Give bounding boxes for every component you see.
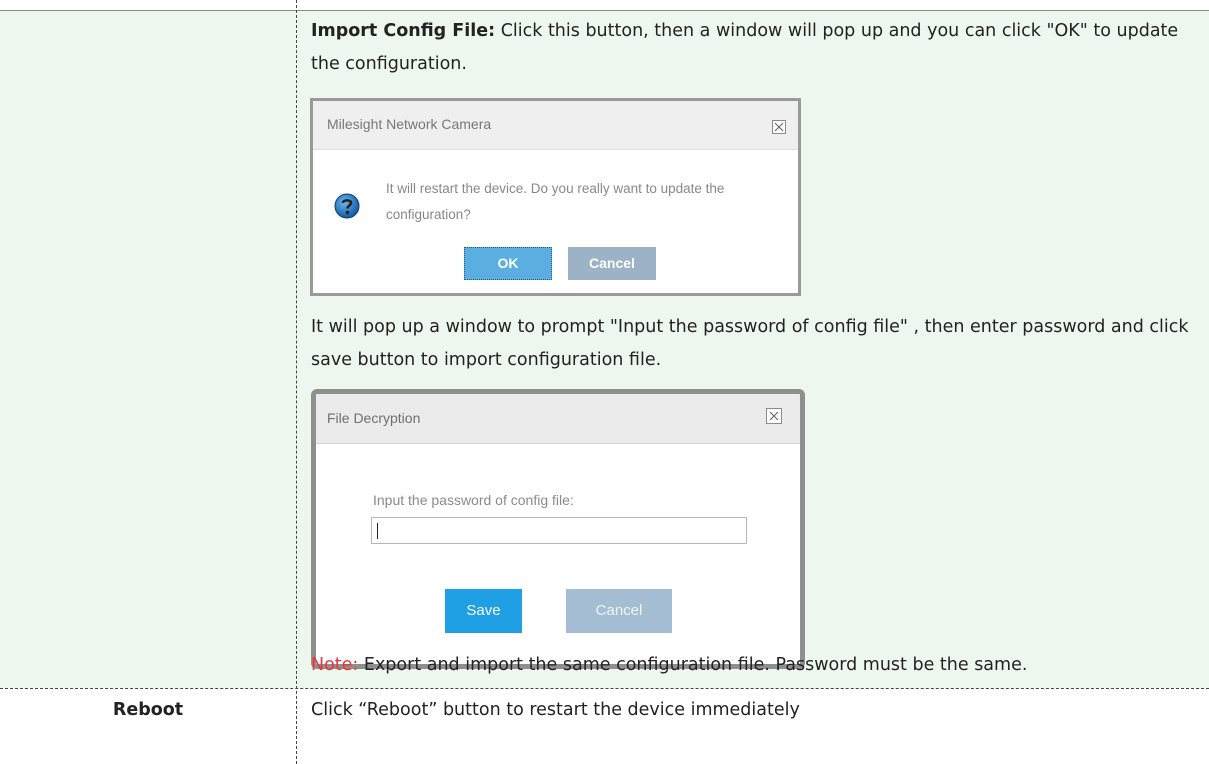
confirm-dialog: Milesight Network Camera It will restart…	[310, 98, 801, 296]
confirm-dialog-titlebar: Milesight Network Camera	[313, 101, 798, 150]
confirm-dialog-message: It will restart the device. Do you reall…	[386, 181, 725, 222]
column-divider	[296, 0, 297, 764]
confirm-dialog-title: Milesight Network Camera	[327, 116, 492, 132]
table-top-border	[0, 10, 1209, 11]
question-icon	[334, 193, 360, 219]
file-decryption-dialog: File Decryption Input the password of co…	[311, 389, 805, 669]
note-label: Note:	[311, 655, 359, 675]
reboot-description: Click “Reboot” button to restart the dev…	[311, 700, 800, 720]
cancel-button[interactable]: Cancel	[568, 247, 656, 280]
decryption-dialog-title: File Decryption	[327, 410, 421, 426]
note-text: Export and import the same configuration…	[358, 655, 1028, 675]
close-icon[interactable]	[766, 408, 782, 424]
row-divider	[0, 688, 1209, 689]
decryption-dialog-titlebar: File Decryption	[316, 394, 800, 444]
document-page: Import Config File: Click this button, t…	[0, 0, 1209, 764]
cancel-button[interactable]: Cancel	[566, 589, 672, 633]
password-label: Input the password of config file:	[373, 492, 574, 508]
note-paragraph: Note: Export and import the same configu…	[311, 649, 1201, 682]
reboot-label: Reboot	[112, 700, 184, 720]
table-cell-left	[0, 10, 296, 688]
import-description: Import Config File: Click this button, t…	[311, 15, 1201, 81]
prompt-description: It will pop up a window to prompt "Input…	[311, 317, 1189, 370]
close-icon[interactable]	[772, 120, 786, 134]
import-title: Import Config File:	[311, 21, 496, 41]
save-button[interactable]: Save	[445, 589, 522, 633]
ok-button[interactable]: OK	[464, 247, 552, 280]
password-input[interactable]	[371, 517, 747, 544]
text-caret	[377, 523, 378, 539]
